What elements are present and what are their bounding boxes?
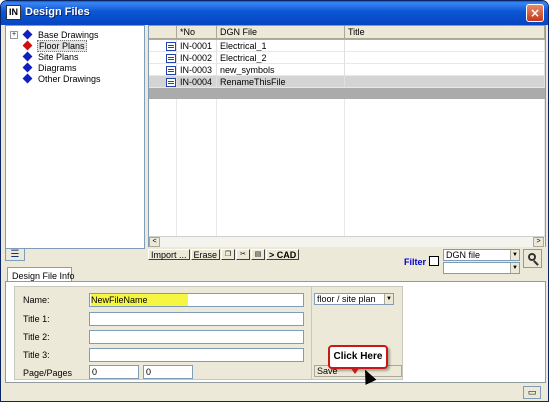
scroll-thumb[interactable]	[161, 237, 533, 247]
title2-label: Title 2:	[23, 332, 50, 342]
column-header-title[interactable]: Title	[345, 26, 545, 39]
title1-label: Title 1:	[23, 314, 50, 324]
table-row[interactable]: IN-0001 Electrical_1	[149, 40, 545, 52]
dgn-file-icon	[166, 42, 176, 51]
chevron-down-icon[interactable]: ▼	[510, 250, 519, 260]
cell-file: new_symbols	[217, 64, 345, 76]
import-button[interactable]: Import ...	[148, 249, 190, 260]
title2-input[interactable]	[89, 330, 304, 344]
page-input[interactable]: 0	[89, 365, 139, 379]
pages-input[interactable]: 0	[143, 365, 193, 379]
search-button[interactable]	[523, 249, 542, 268]
window-title: Design Files	[25, 6, 90, 18]
title3-input[interactable]	[89, 348, 304, 362]
tree-item-label: Base Drawings	[38, 29, 99, 40]
tree-item-label: Diagrams	[38, 62, 77, 73]
category-value: floor / site plan	[317, 294, 376, 304]
name-label: Name:	[23, 295, 50, 305]
cell-file: RenameThisFile	[217, 76, 345, 88]
filter-label: Filter	[404, 257, 427, 267]
copy-icon[interactable]: ❐	[221, 249, 236, 260]
title1-input[interactable]	[89, 312, 304, 326]
folder-icon[interactable]: ▭	[523, 386, 541, 399]
diamond-icon	[22, 51, 33, 62]
design-file-info-panel: Name: NewFileName Title 1: Title 2: Titl…	[5, 281, 546, 385]
close-button[interactable]: ×	[526, 4, 544, 22]
table-row[interactable]: IN-0002 Electrical_2	[149, 52, 545, 64]
tree-item-diagrams[interactable]: Diagrams	[10, 62, 78, 73]
cell-no: IN-0003	[177, 64, 217, 76]
erase-button[interactable]: Erase	[190, 249, 221, 260]
title3-label: Title 3:	[23, 350, 50, 360]
diamond-icon	[22, 29, 33, 40]
to-cad-button[interactable]: > CAD	[266, 249, 300, 260]
grid-toolbar: Import ... Erase ❐ ✂ ▤ > CAD	[148, 249, 300, 260]
file-type-value: DGN file	[446, 250, 481, 260]
horizontal-scrollbar[interactable]: < >	[149, 236, 545, 247]
diamond-icon	[22, 62, 33, 73]
filter-checkbox[interactable]	[429, 256, 439, 266]
cell-file: Electrical_2	[217, 52, 345, 64]
diamond-icon	[22, 73, 33, 84]
tree-item-label: Other Drawings	[38, 73, 101, 84]
cut-icon[interactable]: ✂	[236, 249, 251, 260]
click-here-callout: Click Here	[328, 345, 388, 369]
cell-title	[345, 64, 545, 76]
table-row-selected[interactable]: IN-0004 RenameThisFile	[149, 76, 545, 88]
file-grid[interactable]: *No DGN File Title IN-0001 Electrical_1 …	[148, 25, 546, 247]
tree-item-base-drawings[interactable]: + Base Drawings	[10, 29, 100, 40]
file-type-select[interactable]: DGN file ▼	[443, 249, 520, 261]
name-value: NewFileName	[91, 294, 188, 306]
name-input[interactable]: NewFileName	[89, 293, 304, 307]
scroll-right-button[interactable]: >	[533, 237, 544, 247]
tab-design-file-info[interactable]: Design File Info	[7, 267, 75, 282]
chevron-down-icon[interactable]: ▼	[510, 263, 519, 273]
pages-label: Page/Pages	[23, 368, 73, 378]
tree-item-other-drawings[interactable]: Other Drawings	[10, 73, 102, 84]
dgn-file-icon	[166, 78, 176, 87]
chevron-down-icon[interactable]: ▼	[384, 294, 393, 304]
app-icon: IN	[6, 5, 21, 20]
cell-no: IN-0002	[177, 52, 217, 64]
tree-item-site-plans[interactable]: Site Plans	[10, 51, 80, 62]
filter-value-select[interactable]: ▼	[443, 262, 520, 274]
tree-item-label: Site Plans	[38, 51, 79, 62]
tree-item-floor-plans[interactable]: Floor Plans	[10, 39, 87, 52]
title-bar[interactable]: IN Design Files ×	[1, 1, 548, 25]
dgn-file-icon	[166, 66, 176, 75]
list-view-icon[interactable]: ☰	[5, 248, 25, 261]
file-info-form: Name: NewFileName Title 1: Title 2: Titl…	[14, 286, 312, 380]
category-tree: + Base Drawings Floor Plans Site Plans D…	[5, 25, 145, 249]
paste-icon[interactable]: ▤	[251, 249, 266, 260]
tree-item-label: Floor Plans	[37, 39, 87, 52]
column-header-no[interactable]: *No	[177, 26, 217, 39]
category-select[interactable]: floor / site plan ▼	[314, 293, 394, 305]
column-header-dgn-file[interactable]: DGN File	[217, 26, 345, 39]
cell-title	[345, 52, 545, 64]
table-row[interactable]: IN-0003 new_symbols	[149, 64, 545, 76]
cell-no: IN-0001	[177, 40, 217, 52]
cell-no: IN-0004	[177, 76, 217, 88]
scroll-left-button[interactable]: <	[149, 237, 160, 247]
cell-title	[345, 76, 545, 88]
callout-pointer	[350, 367, 360, 374]
cell-file: Electrical_1	[217, 40, 345, 52]
diamond-icon	[22, 40, 33, 51]
cell-title	[345, 40, 545, 52]
expand-icon[interactable]: +	[10, 30, 18, 39]
side-panel: floor / site plan ▼ Save Click Here	[311, 286, 403, 385]
column-header-select[interactable]	[149, 26, 177, 39]
dgn-file-icon	[166, 54, 176, 63]
design-files-window: IN Design Files × + Base Drawings Floor …	[0, 0, 549, 402]
